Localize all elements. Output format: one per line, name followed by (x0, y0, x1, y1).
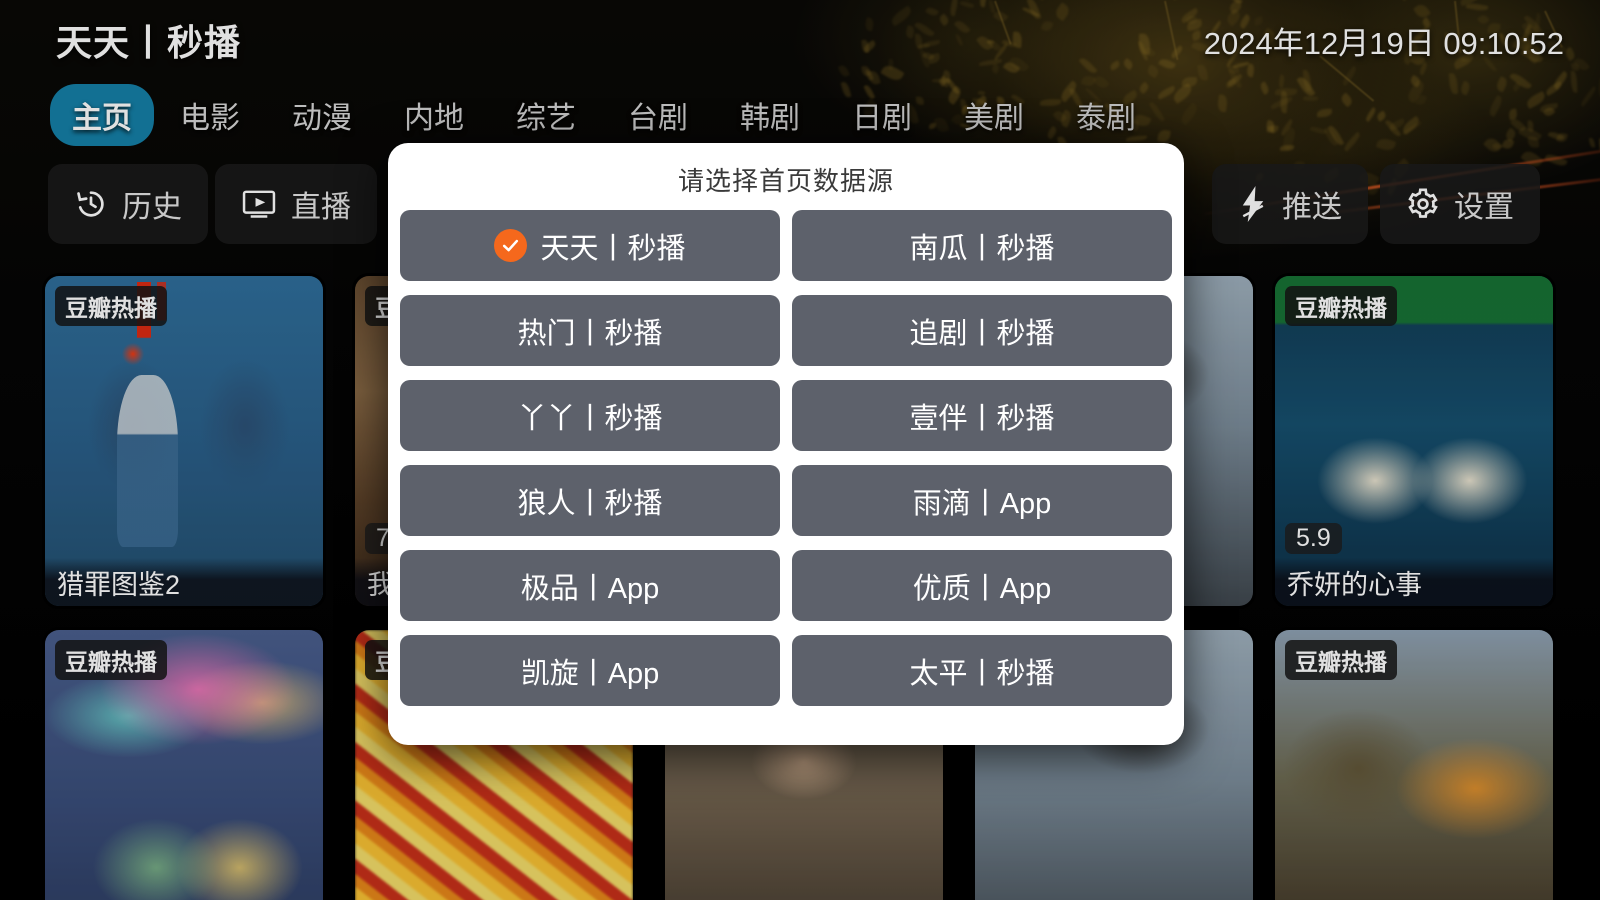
source-option-label: 追剧丨秒播 (909, 317, 1055, 350)
source-option[interactable]: 极品丨App (400, 550, 780, 621)
source-options-grid: 天天丨秒播 南瓜丨秒播热门丨秒播 追剧丨秒播丫丫丨秒播 壹伴丨秒播狼人丨秒播 雨滴丨Ap… (388, 210, 1184, 745)
source-option-label: 极品丨App (520, 572, 660, 605)
source-option[interactable]: 太平丨秒播 (792, 635, 1172, 706)
source-option[interactable]: 优质丨App (792, 550, 1172, 621)
source-option[interactable]: 狼人丨秒播 (400, 465, 780, 536)
source-option-label: 太平丨秒播 (909, 657, 1055, 690)
check-circle-icon (494, 229, 528, 262)
source-option[interactable]: 追剧丨秒播 (792, 295, 1172, 366)
source-picker-dialog: 请选择首页数据源 天天丨秒播 南瓜丨秒播热门丨秒播 追剧丨秒播丫丫丨秒播 壹伴丨秒播狼… (388, 143, 1184, 745)
source-option-label: 凯旋丨App (520, 657, 660, 690)
source-option-label: 南瓜丨秒播 (909, 232, 1055, 265)
source-option-label: 狼人丨秒播 (517, 487, 663, 520)
dialog-title: 请选择首页数据源 (677, 166, 894, 196)
source-option[interactable]: 热门丨秒播 (400, 295, 780, 366)
source-option-label: 优质丨App (912, 572, 1052, 605)
source-option-label: 丫丫丨秒播 (517, 402, 663, 435)
source-option[interactable]: 雨滴丨App (792, 465, 1172, 536)
source-option-label: 雨滴丨App (912, 487, 1052, 520)
source-option-label: 热门丨秒播 (517, 317, 663, 350)
source-option[interactable]: 南瓜丨秒播 (792, 210, 1172, 281)
source-option[interactable]: 凯旋丨App (400, 635, 780, 706)
source-option[interactable]: 丫丫丨秒播 (400, 380, 780, 451)
source-option-selected[interactable]: 天天丨秒播 (400, 210, 780, 281)
source-option-label: 天天丨秒播 (540, 232, 686, 265)
source-option-label: 壹伴丨秒播 (909, 402, 1055, 435)
source-option[interactable]: 壹伴丨秒播 (792, 380, 1172, 451)
